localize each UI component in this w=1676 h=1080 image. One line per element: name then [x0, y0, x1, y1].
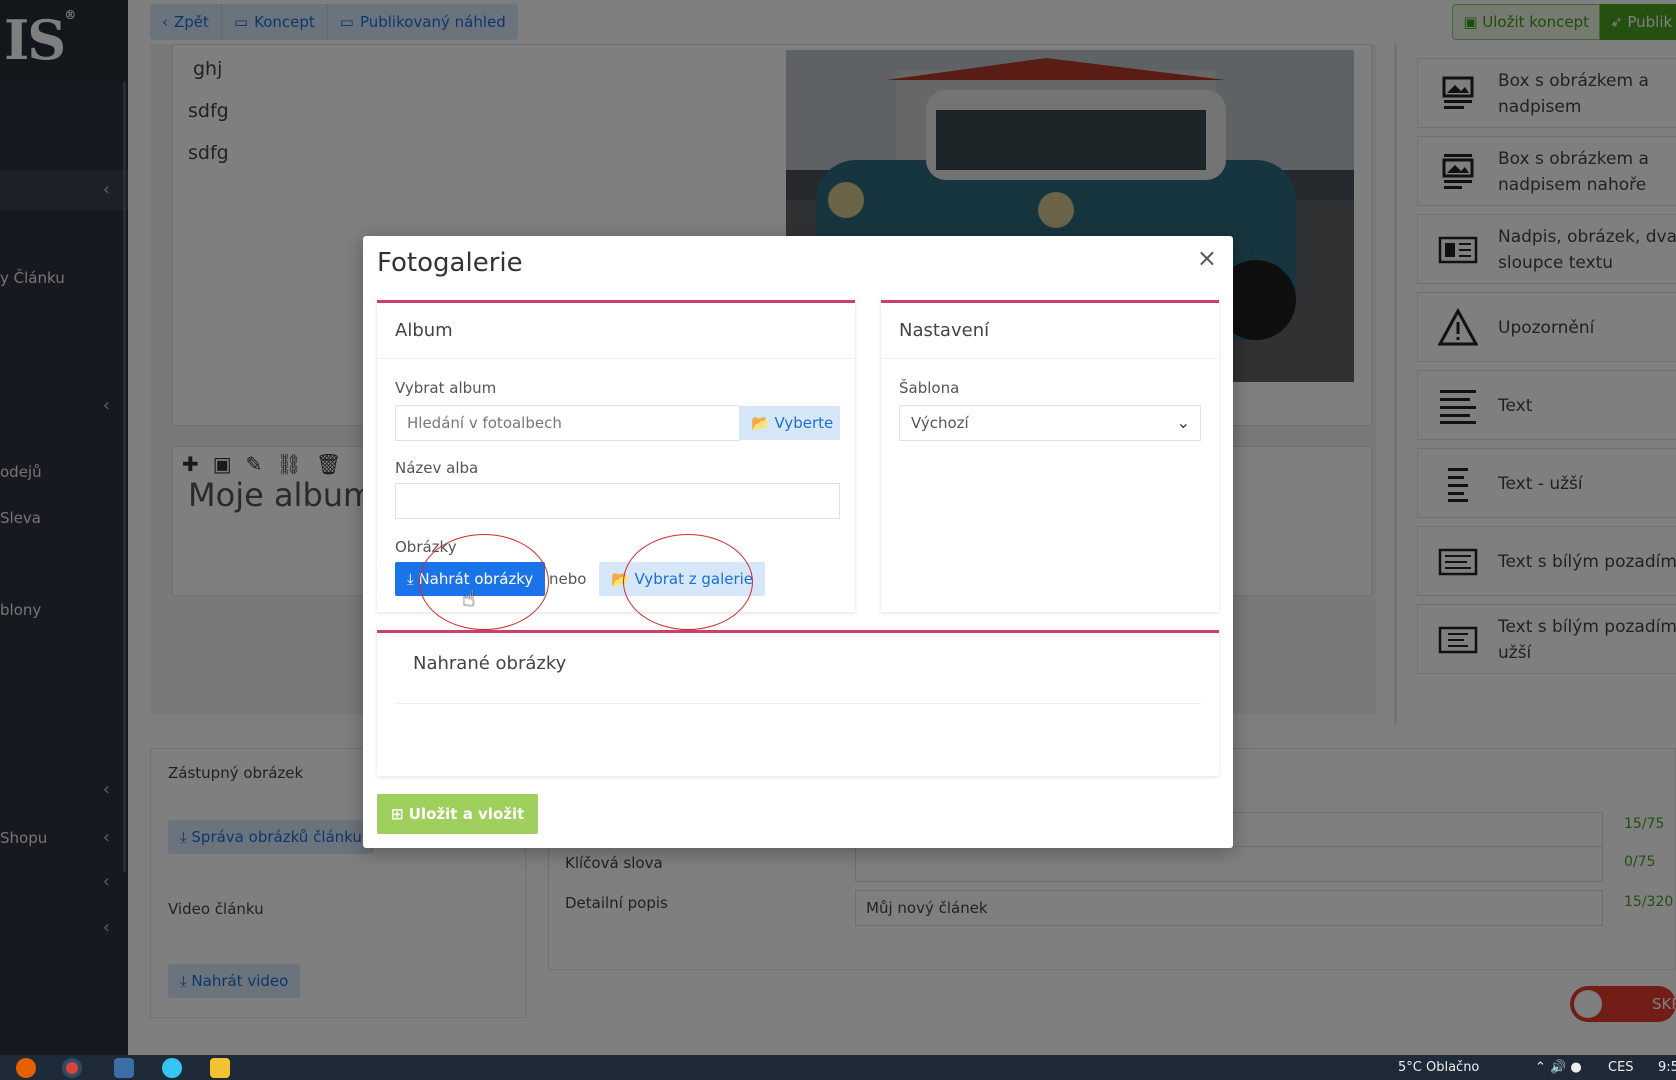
- save-and-insert-button[interactable]: ⊞ Uložit a vložit: [377, 794, 539, 834]
- album-name-input[interactable]: [395, 483, 840, 519]
- album-panel-title: Album: [377, 303, 855, 359]
- tray-icons[interactable]: ⌃ 🔊 ●: [1535, 1055, 1582, 1080]
- choose-album-button[interactable]: 📂 Vyberte: [739, 406, 840, 440]
- or-text: nebo: [549, 570, 587, 588]
- language-indicator[interactable]: CES: [1608, 1055, 1634, 1080]
- album-panel: Album Vybrat album Hledání v fotoalbech …: [377, 300, 855, 630]
- os-taskbar: 5°C Oblačno ⌃ 🔊 ● CES 9:5: [0, 1055, 1676, 1080]
- album-search-input[interactable]: Hledání v fotoalbech: [395, 405, 740, 441]
- upload-icon: ⤓: [407, 570, 419, 588]
- firefox-icon[interactable]: [16, 1058, 36, 1078]
- plus-square-icon: ⊞: [391, 805, 409, 823]
- settings-panel: Nastavení Šablona Výchozí ⌄: [881, 300, 1219, 612]
- uploaded-images-panel: Nahrané obrázky: [377, 630, 1219, 776]
- template-select[interactable]: Výchozí ⌄: [899, 405, 1201, 441]
- template-label: Šablona: [899, 379, 960, 397]
- photogallery-dialog: Fotogalerie × Album Vybrat album Hledání…: [363, 236, 1233, 848]
- dialog-title: Fotogalerie: [377, 248, 523, 278]
- uploaded-images-title: Nahrané obrázky: [413, 653, 567, 674]
- weather-widget[interactable]: 5°C Oblačno: [1398, 1055, 1479, 1080]
- settings-panel-title: Nastavení: [881, 303, 1219, 359]
- slack-icon[interactable]: [162, 1058, 182, 1078]
- close-icon[interactable]: ×: [1197, 244, 1217, 272]
- chevron-down-icon: ⌄: [1176, 413, 1190, 432]
- annotation-circle: [623, 534, 753, 630]
- divider: [395, 703, 1201, 704]
- choose-album-label: Vybrat album: [395, 379, 497, 397]
- clock[interactable]: 9:5: [1658, 1055, 1676, 1080]
- folder-icon: 📂: [751, 414, 775, 432]
- album-name-label: Název alba: [395, 459, 479, 477]
- annotation-circle: [419, 534, 549, 630]
- save-app-icon[interactable]: [114, 1058, 134, 1078]
- hand-cursor-icon: ☝: [462, 587, 476, 612]
- folder-icon[interactable]: [210, 1058, 230, 1078]
- chrome-icon[interactable]: [62, 1058, 82, 1078]
